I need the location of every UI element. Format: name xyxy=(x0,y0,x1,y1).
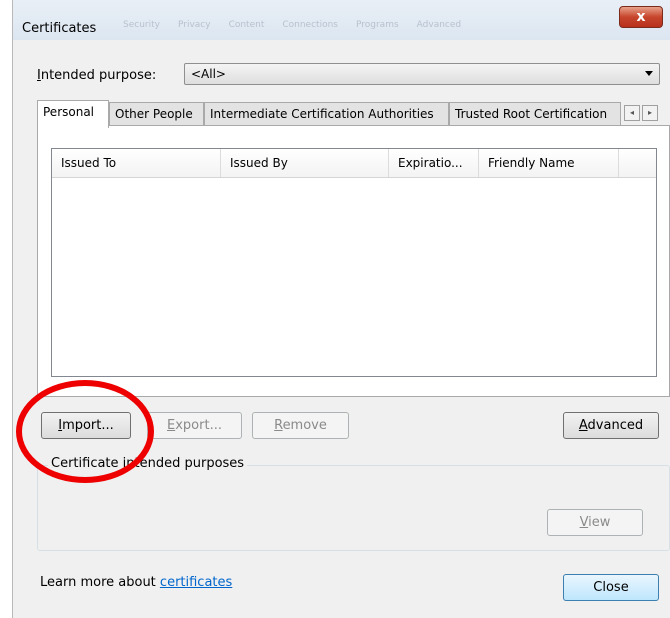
button-label: dvanced xyxy=(587,418,644,433)
mnemonic: V xyxy=(579,515,589,530)
tab-intermediate-ca[interactable]: Intermediate Certification Authorities xyxy=(204,102,449,126)
tab-scroll-right-icon[interactable]: ▸ xyxy=(642,105,658,121)
background-tabs: Security Privacy Content Connections Pro… xyxy=(123,20,523,40)
mnemonic: R xyxy=(274,418,283,433)
background-tab: Advanced xyxy=(416,20,462,30)
background-tab: Programs xyxy=(355,20,399,30)
intended-purpose-label: Intended purpose: xyxy=(37,68,156,83)
tab-other-people[interactable]: Other People xyxy=(109,102,204,126)
advanced-button[interactable]: Advanced xyxy=(563,412,659,439)
column-friendly-name[interactable]: Friendly Name xyxy=(479,149,619,177)
label-text: ntended purpose: xyxy=(40,68,157,83)
button-label: iew xyxy=(588,515,611,530)
certificate-tabs: Personal Other People Intermediate Certi… xyxy=(37,100,663,128)
import-button[interactable]: Import... xyxy=(41,412,131,439)
column-issued-to[interactable]: Issued To xyxy=(52,149,221,177)
tab-scroll-left-icon[interactable]: ◂ xyxy=(624,105,640,121)
learn-more-prefix: Learn more about xyxy=(40,575,160,590)
certificate-purposes-title: Certificate intended purposes xyxy=(48,456,248,471)
remove-button[interactable]: Remove xyxy=(252,412,349,439)
background-tab: Security xyxy=(123,20,160,30)
certificate-purposes-group xyxy=(37,465,670,551)
learn-more-text: Learn more about certificates xyxy=(40,575,232,590)
certificates-link[interactable]: certificates xyxy=(160,575,232,590)
column-issued-by[interactable]: Issued By xyxy=(221,149,389,177)
dropdown-value: <All> xyxy=(191,67,226,81)
background-tab: Connections xyxy=(282,20,338,30)
mnemonic: E xyxy=(167,418,176,433)
column-headers: Issued To Issued By Expiratio... Friendl… xyxy=(52,149,656,178)
tab-personal[interactable]: Personal xyxy=(37,100,109,128)
window-close-button[interactable]: x xyxy=(619,6,663,28)
mnemonic: A xyxy=(578,418,588,433)
close-button[interactable]: Close xyxy=(563,574,659,601)
intended-purpose-dropdown[interactable]: <All> xyxy=(184,63,660,85)
button-label: xport... xyxy=(175,418,222,433)
export-button[interactable]: Export... xyxy=(147,412,242,439)
certificates-dialog: Security Privacy Content Connections Pro… xyxy=(12,0,670,618)
title-bar: Security Privacy Content Connections Pro… xyxy=(13,0,670,40)
view-button[interactable]: View xyxy=(547,509,643,536)
button-label: emove xyxy=(282,418,327,433)
certificate-list[interactable]: Issued To Issued By Expiratio... Friendl… xyxy=(51,148,657,377)
window-title: Certificates xyxy=(22,21,97,36)
background-tab: Privacy xyxy=(177,20,211,30)
chevron-down-icon xyxy=(645,71,653,76)
tab-trusted-root[interactable]: Trusted Root Certification xyxy=(449,102,621,126)
button-label: mport... xyxy=(62,418,114,433)
column-expiration[interactable]: Expiratio... xyxy=(389,149,479,177)
background-tab: Content xyxy=(228,20,265,30)
